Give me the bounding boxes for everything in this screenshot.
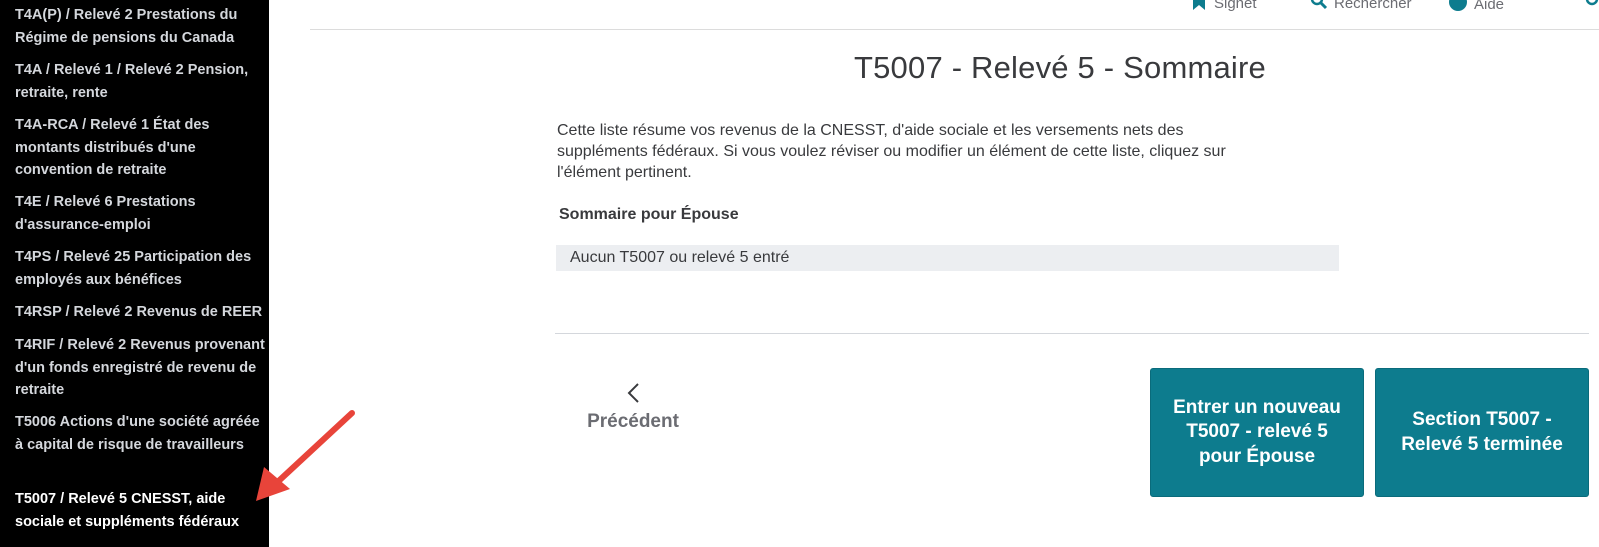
help-icon — [1448, 0, 1468, 16]
chevron-left-icon — [583, 381, 683, 409]
overflow-icon[interactable] — [1585, 0, 1599, 10]
section-done-button[interactable]: Section T5007 - Relevé 5 terminée — [1375, 368, 1589, 497]
bookmark-icon — [1190, 0, 1208, 14]
sidebar-item-t4a-rca[interactable]: T4A-RCA / Relevé 1 État des montants dis… — [15, 114, 265, 182]
bookmark-label: Signet — [1214, 0, 1257, 12]
bookmark-button[interactable]: Signet — [1190, 0, 1257, 14]
search-button[interactable]: Rechercher — [1310, 0, 1412, 14]
search-icon — [1310, 0, 1328, 14]
sidebar-item-t4ps[interactable]: T4PS / Relevé 25 Participation des emplo… — [15, 246, 265, 291]
summary-heading: Sommaire pour Épouse — [559, 206, 739, 223]
sidebar-item-t4rsp[interactable]: T4RSP / Relevé 2 Revenus de REER — [15, 301, 265, 324]
help-button[interactable]: Aide — [1448, 0, 1504, 16]
sidebar-item-t4rif[interactable]: T4RIF / Relevé 2 Revenus provenant d'un … — [15, 334, 265, 402]
page-description: Cette liste résume vos revenus de la CNE… — [557, 122, 1226, 181]
search-label: Rechercher — [1334, 0, 1412, 12]
previous-button[interactable]: Précédent — [583, 381, 683, 433]
help-label: Aide — [1474, 0, 1505, 13]
top-toolbar: Signet Rechercher Aide — [310, 0, 1599, 30]
sidebar-item-t5006[interactable]: T5006 Actions d'une société agréée à cap… — [15, 411, 265, 456]
sidebar-item-t4ap[interactable]: T4A(P) / Relevé 2 Prestations du Régime … — [15, 4, 265, 49]
annotation-arrow-icon — [256, 410, 355, 501]
summary-empty-row: Aucun T5007 ou relevé 5 entré — [556, 245, 1339, 271]
section-divider — [555, 333, 1589, 334]
sidebar-item-t4e[interactable]: T4E / Relevé 6 Prestations d'assurance-e… — [15, 191, 265, 236]
page-title: T5007 - Relevé 5 - Sommaire — [853, 50, 1266, 85]
sidebar-nav: T4A(P) / Relevé 2 Prestations du Régime … — [0, 0, 269, 547]
previous-label: Précédent — [587, 411, 679, 432]
sidebar-item-t4a[interactable]: T4A / Relevé 1 / Relevé 2 Pension, retra… — [15, 59, 265, 104]
sidebar-item-t5007[interactable]: T5007 / Relevé 5 CNESST, aide sociale et… — [15, 488, 265, 533]
add-t5007-button[interactable]: Entrer un nouveau T5007 - relevé 5 pour … — [1150, 368, 1364, 497]
